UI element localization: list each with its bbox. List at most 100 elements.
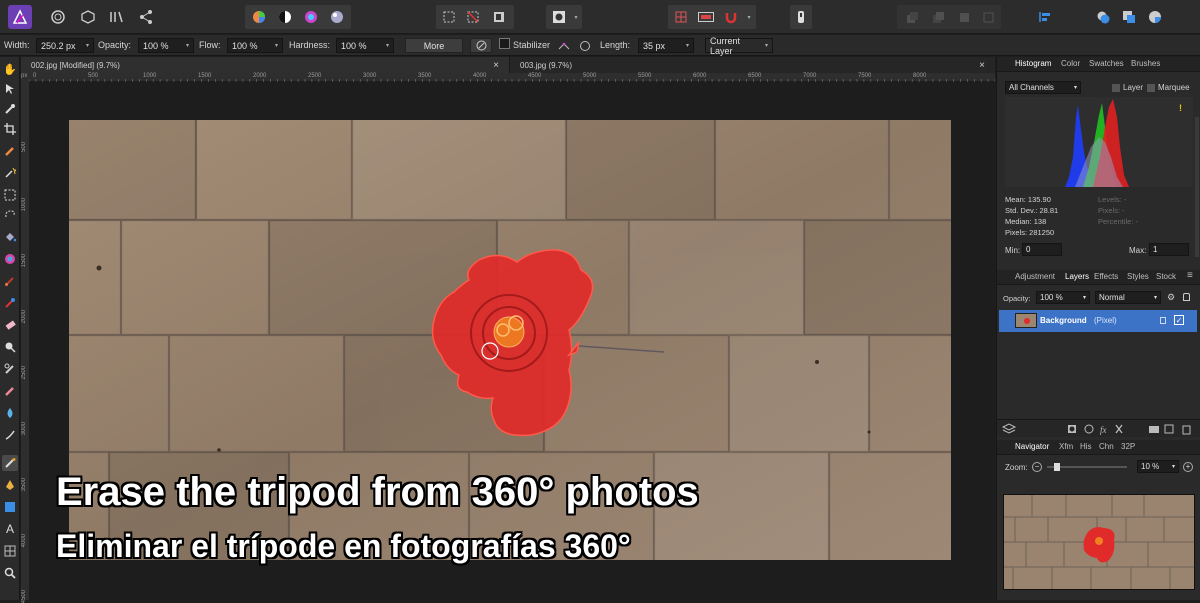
paint-brush-tool-icon[interactable] [2, 273, 18, 289]
tab-effects[interactable]: Effects [1094, 272, 1118, 281]
marquee-select-icon[interactable] [440, 5, 458, 29]
photo-persona-icon[interactable] [48, 5, 68, 29]
arrange-front-icon[interactable] [954, 5, 974, 29]
rope-mode-icon[interactable] [554, 38, 574, 53]
arrange-back-icon[interactable] [902, 5, 922, 29]
share-icon[interactable] [136, 5, 156, 29]
gradient-tool-icon[interactable] [2, 251, 18, 267]
move-tool-icon[interactable] [2, 81, 18, 97]
tab-002-jpg[interactable]: 002.jpg [Modified] (9.7%) × [21, 57, 509, 73]
zoom-in-icon[interactable]: + [1183, 462, 1193, 472]
chevron-down-icon[interactable]: ▾ [571, 5, 581, 29]
flood-select-tool-icon[interactable] [2, 165, 18, 181]
opacity-field[interactable]: 100 % ▾ [138, 38, 194, 53]
max-field[interactable]: 1 [1149, 243, 1189, 256]
close-icon[interactable]: × [493, 60, 499, 71]
channel-select[interactable]: All Channels ▾ [1005, 81, 1081, 94]
tab-003-jpg[interactable]: 003.jpg (9.7%) × [509, 57, 995, 73]
marquee-tool-icon[interactable] [2, 187, 18, 203]
tab-transform[interactable]: Xfm [1059, 442, 1073, 451]
view-mode-icon[interactable] [696, 5, 716, 29]
blur-tool-icon[interactable] [2, 405, 18, 421]
white-balance-icon[interactable] [328, 5, 346, 29]
tab-swatches[interactable]: Swatches [1089, 59, 1124, 68]
blemish-tool-icon[interactable] [2, 383, 18, 399]
tab-stock[interactable]: Stock [1156, 272, 1176, 281]
brush-settings-icon[interactable] [470, 38, 492, 53]
zoom-slider[interactable] [1047, 462, 1127, 472]
width-field[interactable]: 250.2 px ▾ [36, 38, 94, 53]
text-tool-icon[interactable]: A [2, 521, 18, 537]
layer-opacity-field[interactable]: 100 % ▾ [1036, 291, 1090, 304]
tab-styles[interactable]: Styles [1127, 272, 1149, 281]
flow-field[interactable]: 100 % ▾ [227, 38, 283, 53]
quick-mask-icon[interactable] [550, 5, 568, 29]
hardness-field[interactable]: 100 % ▾ [336, 38, 394, 53]
tab-channels[interactable]: Chn [1099, 442, 1114, 451]
layer-lock-icon[interactable] [1160, 317, 1166, 324]
mesh-warp-tool-icon[interactable] [2, 543, 18, 559]
hsl-icon[interactable] [302, 5, 320, 29]
min-field[interactable]: 0 [1022, 243, 1062, 256]
layer-checkbox[interactable] [1112, 84, 1120, 92]
snapping-magnet-icon[interactable] [722, 5, 740, 29]
blend-mode-select[interactable]: Normal ▾ [1095, 291, 1161, 304]
lock-icon[interactable] [1183, 293, 1190, 301]
close-icon[interactable]: × [979, 60, 985, 71]
arrange-forward-icon[interactable] [928, 5, 948, 29]
freehand-select-tool-icon[interactable] [2, 207, 18, 223]
pen-tool-icon[interactable] [2, 477, 18, 493]
color-wheel-icon[interactable] [250, 5, 268, 29]
panel-menu-icon[interactable]: ≡ [1187, 270, 1193, 281]
zoom-out-icon[interactable]: − [1032, 462, 1042, 472]
affinity-photo-logo-icon[interactable] [8, 5, 32, 29]
rectangle-tool-icon[interactable] [2, 499, 18, 515]
assistant-icon[interactable] [792, 5, 810, 29]
hand-tool-icon[interactable]: ✋ [2, 61, 18, 77]
liquify-persona-icon[interactable] [78, 5, 98, 29]
snapping-chevron-icon[interactable]: ▾ [744, 5, 754, 29]
inpainting-brush-tool-icon[interactable] [2, 455, 18, 471]
color-picker-tool-icon[interactable] [2, 101, 18, 117]
contrast-icon[interactable] [276, 5, 294, 29]
color-replacement-tool-icon[interactable] [2, 295, 18, 311]
tab-brushes[interactable]: Brushes [1131, 59, 1160, 68]
gear-icon[interactable]: ⚙ [1167, 292, 1175, 303]
stabilizer-checkbox[interactable] [499, 38, 510, 49]
layer-row-background[interactable]: Background (Pixel) ✓ [999, 310, 1197, 332]
deselect-icon[interactable] [464, 5, 482, 29]
boolean-add-icon[interactable] [1094, 5, 1112, 29]
boolean-intersect-icon[interactable] [1146, 5, 1164, 29]
zoom-slider-thumb[interactable] [1054, 463, 1061, 471]
develop-persona-icon[interactable] [106, 5, 126, 29]
grid-snap-icon[interactable] [672, 5, 690, 29]
smudge-tool-icon[interactable] [2, 427, 18, 443]
zoom-tool-icon[interactable] [2, 565, 18, 581]
zoom-field[interactable]: 10 % ▾ [1137, 460, 1179, 473]
tab-navigator[interactable]: Navigator [1015, 442, 1049, 451]
more-button[interactable]: More [405, 38, 463, 53]
length-field[interactable]: 35 px ▾ [638, 38, 694, 53]
source-layer-select[interactable]: Current Layer ▾ [705, 36, 773, 56]
window-mode-icon[interactable] [576, 38, 594, 53]
dodge-tool-icon[interactable] [2, 339, 18, 355]
tab-histogram[interactable]: Histogram [1015, 59, 1051, 68]
boolean-subtract-icon[interactable] [1120, 5, 1138, 29]
tab-layers[interactable]: Layers [1065, 272, 1089, 281]
histogram-scrollbar[interactable] [1195, 117, 1199, 257]
erase-tool-icon[interactable] [2, 317, 18, 333]
tab-color[interactable]: Color [1061, 59, 1080, 68]
layer-visibility-checkbox[interactable]: ✓ [1174, 315, 1184, 325]
marquee-checkbox[interactable] [1147, 84, 1155, 92]
tab-32p[interactable]: 32P [1121, 442, 1135, 451]
navigator-preview[interactable] [1003, 494, 1195, 590]
crop-tool-icon[interactable] [2, 121, 18, 137]
fill-tool-icon[interactable] [2, 229, 18, 245]
tab-history[interactable]: His [1080, 442, 1092, 451]
selection-brush-tool-icon[interactable] [2, 143, 18, 159]
tab-adjustment[interactable]: Adjustment [1015, 272, 1055, 281]
invert-selection-icon[interactable] [490, 5, 508, 29]
clone-tool-icon[interactable] [2, 361, 18, 377]
align-icon[interactable] [1036, 5, 1054, 29]
arrange-top-icon[interactable] [978, 5, 998, 29]
